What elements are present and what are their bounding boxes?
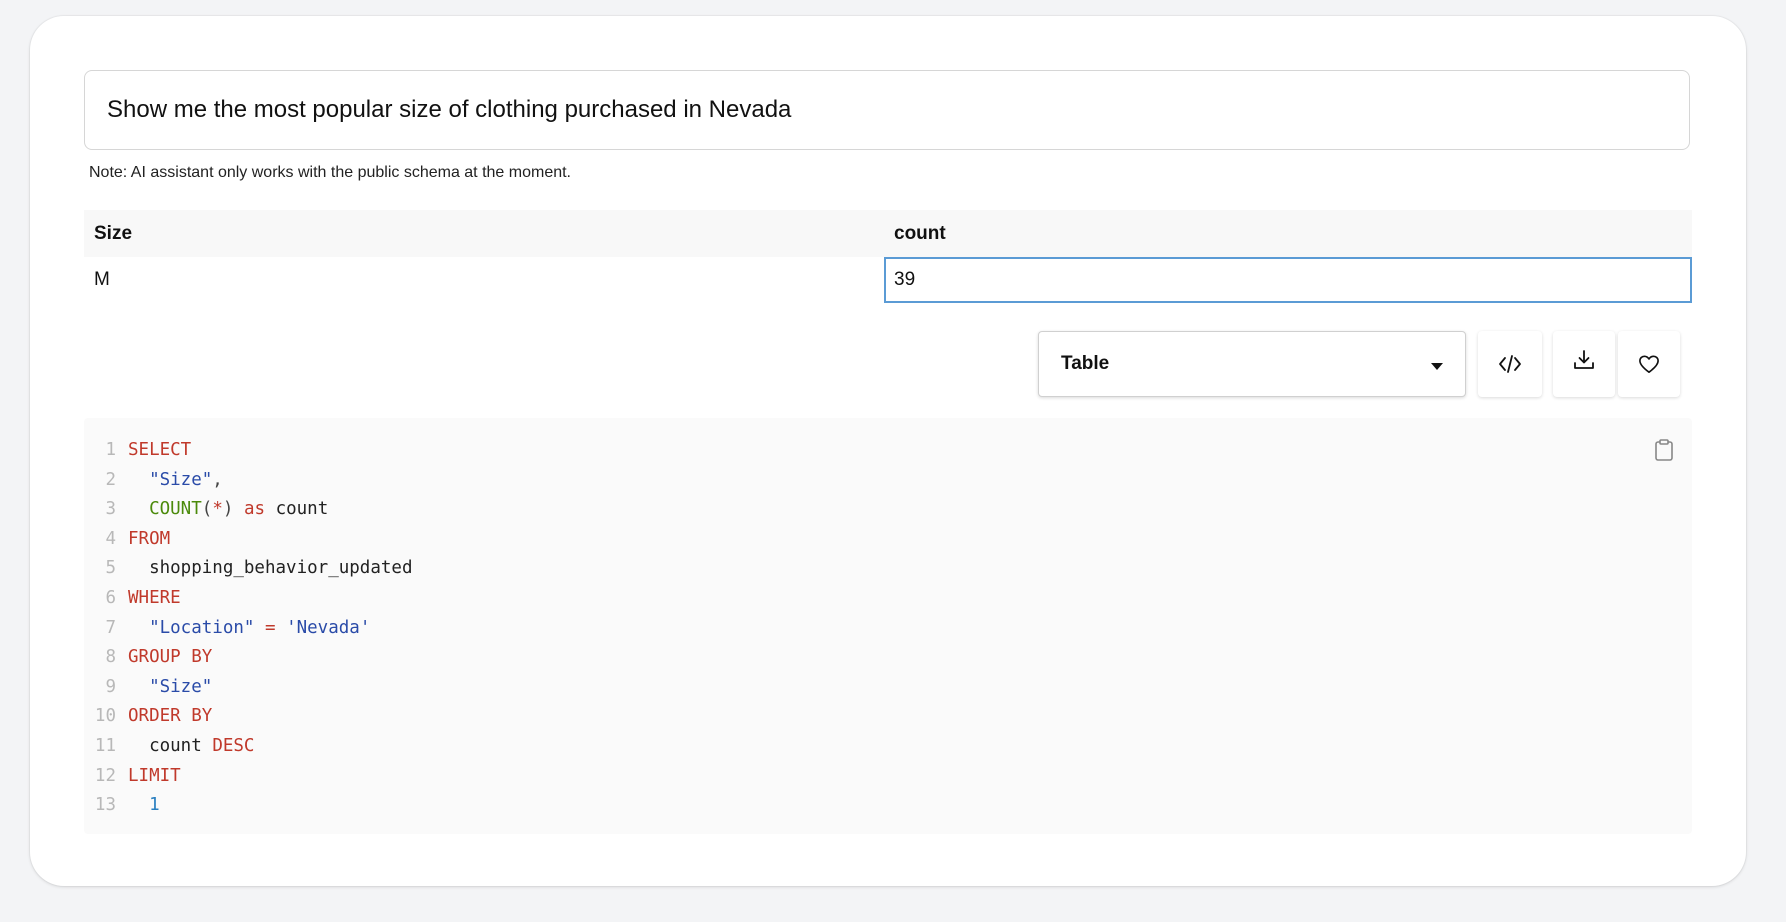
code-line: 7 "Location" = 'Nevada' <box>84 614 1692 644</box>
punct-token: , <box>212 469 223 490</box>
keyword-token: SELECT <box>128 440 192 460</box>
line-number: 11 <box>94 735 116 756</box>
table-row: M 39 <box>84 257 1692 303</box>
keyword-token: FROM <box>128 528 171 549</box>
code-line: 3 COUNT(*) as count <box>84 495 1692 525</box>
punct-token: ) <box>222 499 234 520</box>
identifier-token: shopping_behavior_updated <box>149 558 413 579</box>
table-header-row: Size count <box>84 210 1692 257</box>
view-type-select[interactable]: Table <box>1038 331 1466 397</box>
operator-token: * <box>212 499 223 520</box>
code-line: 9 "Size" <box>84 673 1692 703</box>
code-line: 13 1 <box>84 791 1692 821</box>
code-line: 1 SELECT <box>84 436 1692 466</box>
line-number: 4 <box>105 528 116 549</box>
line-number: 1 <box>105 440 116 460</box>
code-line: 10 ORDER BY <box>84 702 1692 732</box>
code-line: 2 "Size", <box>84 466 1692 496</box>
result-table: Size count M 39 <box>84 210 1692 303</box>
line-number: 10 <box>94 706 116 727</box>
string-token: "Size" <box>149 469 213 490</box>
table-cell-selected[interactable]: 39 <box>884 257 1692 303</box>
number-token: 1 <box>149 795 160 816</box>
keyword-token: WHERE <box>128 587 181 608</box>
download-icon <box>1574 350 1594 369</box>
download-button[interactable] <box>1553 331 1615 397</box>
line-number: 12 <box>94 765 116 786</box>
line-number: 13 <box>94 795 116 816</box>
line-number: 3 <box>105 499 116 520</box>
code-line: 6 WHERE <box>84 584 1692 614</box>
table-cell[interactable]: M <box>84 257 884 303</box>
code-line: 12 LIMIT <box>84 762 1692 792</box>
clipboard-icon <box>1655 439 1673 461</box>
view-sql-button[interactable] <box>1478 331 1542 397</box>
line-number: 9 <box>105 676 116 697</box>
keyword-token: as <box>243 499 266 520</box>
schema-note: Note: AI assistant only works with the p… <box>89 164 571 181</box>
operator-token: = <box>264 617 276 638</box>
line-number: 6 <box>105 587 116 608</box>
string-token: "Location" <box>149 617 255 638</box>
function-token: COUNT <box>149 499 202 520</box>
keyword-token: LIMIT <box>128 765 181 786</box>
query-input[interactable]: Show me the most popular size of clothin… <box>84 70 1690 150</box>
code-line: 4 FROM <box>84 525 1692 555</box>
caret-down-icon <box>1431 362 1443 370</box>
column-header-count[interactable]: count <box>884 210 1692 257</box>
column-header-size[interactable]: Size <box>84 210 884 257</box>
identifier-token: count <box>149 735 202 756</box>
main-card: Show me the most popular size of clothin… <box>30 16 1746 886</box>
string-token: 'Nevada' <box>286 617 371 638</box>
heart-icon <box>1639 355 1659 373</box>
code-line: 11 count DESC <box>84 732 1692 762</box>
copy-button[interactable] <box>1654 438 1674 467</box>
string-token: "Size" <box>149 676 213 697</box>
identifier-token: count <box>275 499 329 520</box>
keyword-token: GROUP BY <box>128 647 213 668</box>
view-type-value: Table <box>1061 353 1110 374</box>
line-number: 5 <box>105 558 116 579</box>
keyword-token: ORDER BY <box>128 706 213 727</box>
line-number: 7 <box>105 617 116 638</box>
code-icon <box>1499 355 1521 373</box>
keyword-token: DESC <box>212 735 255 756</box>
code-line: 8 GROUP BY <box>84 643 1692 673</box>
sql-code-block: 1 SELECT 2 "Size", 3 COUNT(*) as count 4… <box>84 418 1692 834</box>
line-number: 2 <box>105 469 116 490</box>
code-line: 5 shopping_behavior_updated <box>84 554 1692 584</box>
line-number: 8 <box>105 647 116 668</box>
punct-token: ( <box>201 499 213 520</box>
query-text: Show me the most popular size of clothin… <box>107 96 792 123</box>
favorite-button[interactable] <box>1618 331 1680 397</box>
